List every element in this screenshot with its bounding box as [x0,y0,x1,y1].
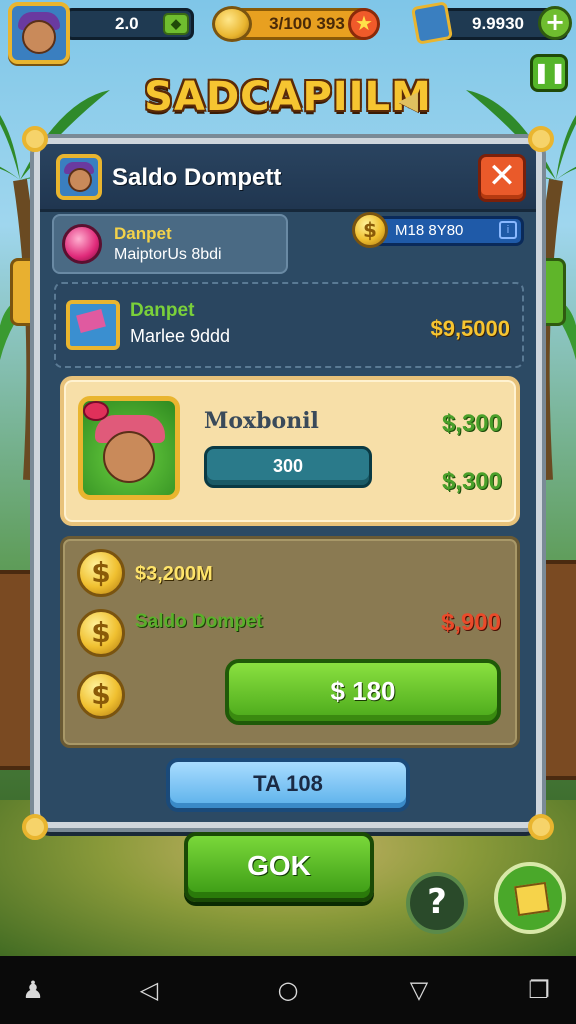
ok-button[interactable]: GOK [184,832,374,902]
wallet-panel: $ $ $ $3,200M Saldo Dompet $,900 $ 180 [60,536,520,748]
character-value-bottom: $,300 [441,468,502,495]
avatar-face [68,168,92,192]
map-row-value: $9,5000 [430,316,510,341]
coin-icon: $ [352,212,388,248]
dialog-corner [528,126,554,152]
wallet-red-value: $,900 [440,609,501,636]
tab-button[interactable]: TA 108 [166,758,410,812]
character-portrait [78,396,180,500]
map-row-title: Danpet [130,300,195,321]
coin-icon: $ [77,671,125,719]
top-hud: 2.0 ◆ 3/100 393 ★ 9.9930 + [0,0,576,64]
home-icon[interactable]: ○ [273,976,303,1006]
help-button[interactable]: ? [406,872,468,934]
dialog-header: Saldo Dompett ✕ [40,144,536,212]
character-name: Moxbonil [204,408,319,434]
player-avatar[interactable] [8,2,70,64]
title-arrow-icon: ◀ [398,86,418,116]
map-button[interactable] [494,862,566,934]
balance-value: M18 8Y80 [395,222,464,239]
level-bar: 2.0 ◆ [64,8,194,40]
wallet-dialog: Saldo Dompett ✕ Danpet MaiptorUs 8bdi M1… [22,126,554,840]
cash-value: 9.9930 [472,14,524,33]
gem-add-icon[interactable]: ◆ [163,13,189,35]
dialog-avatar-icon [56,154,102,200]
system-nav-bar: ♟ ◁ ○ ▽ ❐ [0,956,576,1024]
map-icon[interactable] [410,1,454,45]
map-thumbnail-icon [66,300,120,350]
notification-icon[interactable]: ▽ [404,976,434,1006]
info-row-title: Danpet [114,224,172,243]
character-bow [83,401,109,421]
map-row-subtitle: Marlee 9ddd [130,326,231,346]
close-button[interactable]: ✕ [478,154,526,202]
plus-icon[interactable]: + [538,6,572,40]
character-value-top: $,300 [441,410,502,437]
level-value: 2.0 [115,14,139,33]
character-face [103,431,155,483]
pink-gem-icon [62,224,102,264]
dialog-corner [22,814,48,840]
dialog-title: Saldo Dompett [112,164,282,191]
dialog-corner [22,126,48,152]
wallet-label: Saldo Dompet [135,611,263,632]
recents-icon[interactable]: ❐ [524,976,554,1006]
coin-icon: $ [77,609,125,657]
info-icon[interactable]: i [499,221,517,239]
map-row[interactable]: Danpet Marlee 9ddd $9,5000 [54,282,524,368]
info-row-subtitle: MaiptorUs 8bdi [114,246,222,263]
coin-stack-icon [212,6,252,42]
back-icon[interactable]: ◁ [134,976,164,1006]
character-card[interactable]: Moxbonil 300 $,300 $,300 [60,376,520,526]
coin-icon: $ [77,549,125,597]
info-row: Danpet MaiptorUs 8bdi [52,214,288,274]
game-title: SADCAPIILM [144,74,432,120]
avatar-face [22,20,56,54]
coin-value: 3/100 393 [269,14,345,33]
dialog-corner [528,814,554,840]
character-value-bar[interactable]: 300 [204,446,372,488]
close-icon: ✕ [487,156,517,196]
accessibility-icon[interactable]: ♟ [18,976,48,1006]
map-icon [514,881,550,917]
buy-button[interactable]: $ 180 [225,659,501,725]
star-icon[interactable]: ★ [348,8,380,40]
wallet-amount: $3,200M [135,563,213,585]
